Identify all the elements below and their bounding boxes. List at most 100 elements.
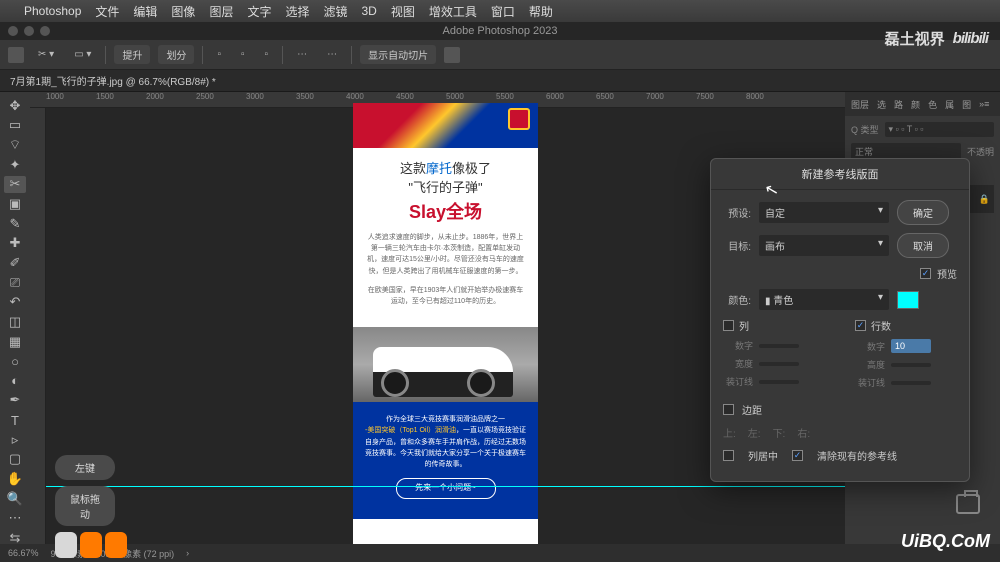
opacity-label: 不透明	[967, 145, 994, 158]
columns-checkbox[interactable]	[723, 320, 734, 331]
col-width-input[interactable]	[759, 362, 799, 366]
doc-slay: Slay全场	[365, 198, 526, 224]
home-icon[interactable]	[8, 47, 24, 63]
stamp-tool[interactable]: ⎚	[4, 274, 26, 292]
hand-tool[interactable]: ✋	[4, 470, 26, 488]
move-tool[interactable]: ✥	[4, 97, 26, 115]
preview-checkbox[interactable]	[920, 268, 931, 279]
autoslice-button[interactable]: 显示自动切片	[360, 45, 436, 64]
healing-tool[interactable]: ✚	[4, 234, 26, 252]
maximize-icon[interactable]	[40, 26, 50, 36]
clear-checkbox[interactable]	[792, 450, 803, 461]
menu-plugins[interactable]: 增效工具	[429, 3, 477, 20]
status-bar: 66.67% 960 像素 x 20328 像素 (72 ppi) ›	[0, 544, 1000, 562]
distribute-icon[interactable]: ⋯	[291, 47, 313, 62]
cancel-button[interactable]: 取消	[897, 233, 949, 258]
chevron-down-icon: ▾	[878, 205, 883, 220]
align-center-icon[interactable]: ▫	[235, 47, 251, 62]
menu-layer[interactable]: 图层	[209, 3, 233, 20]
zoom-level[interactable]: 66.67%	[8, 548, 39, 558]
marquee-tool[interactable]: ▭	[4, 117, 26, 135]
window-controls	[8, 26, 50, 36]
panel-menu-icon[interactable]: »≡	[979, 99, 989, 109]
tab-paths[interactable]: 路	[894, 98, 903, 111]
zoom-tool[interactable]: 🔍	[4, 490, 26, 508]
menu-select[interactable]: 选择	[285, 3, 309, 20]
color-dropdown[interactable]: ▮ 青色▾	[759, 289, 889, 310]
menu-3d[interactable]: 3D	[362, 4, 377, 18]
preset-dropdown[interactable]: 自定▾	[759, 202, 889, 223]
distribute-icon[interactable]: ⋯	[321, 47, 343, 62]
lasso-tool[interactable]: ⌔	[4, 136, 26, 154]
folder-icon[interactable]	[444, 47, 460, 63]
divide-button[interactable]: 划分	[158, 45, 194, 64]
row-number-input[interactable]: 10	[891, 339, 931, 353]
menu-type[interactable]: 文字	[247, 3, 271, 20]
crop-tool[interactable]: ✂	[4, 176, 26, 194]
eraser-tool[interactable]: ◫	[4, 313, 26, 331]
menu-filter[interactable]: 滤镜	[323, 3, 347, 20]
col-gutter-input[interactable]	[759, 380, 799, 384]
mac-menubar: Photoshop 文件 编辑 图像 图层 文字 选择 滤镜 3D 视图 增效工…	[0, 0, 1000, 22]
row-height-input[interactable]	[891, 363, 931, 367]
type-tool[interactable]: T	[4, 411, 26, 429]
menu-help[interactable]: 帮助	[529, 3, 553, 20]
lock-icon: 🔒	[979, 194, 990, 205]
col-number-input[interactable]	[759, 344, 799, 348]
center-checkbox[interactable]	[723, 450, 734, 461]
wand-tool[interactable]: ✦	[4, 156, 26, 174]
tab-properties[interactable]: 属	[945, 98, 954, 111]
chip-orange	[105, 532, 127, 558]
tab-libraries[interactable]: 图	[962, 98, 971, 111]
align-right-icon[interactable]: ▫	[259, 47, 275, 62]
chevron-down-icon: ▾	[878, 238, 883, 253]
color-label: 颜色:	[723, 292, 751, 307]
style-dropdown[interactable]: ▭ ▾	[68, 47, 97, 62]
tab-swatches[interactable]: 色	[928, 98, 937, 111]
path-tool[interactable]: ▹	[4, 431, 26, 449]
margin-label: 边距	[742, 402, 762, 417]
ruler-vertical[interactable]	[30, 108, 46, 562]
history-brush-tool[interactable]: ↶	[4, 293, 26, 311]
more-tool[interactable]: ⋯	[4, 509, 26, 527]
chevron-right-icon[interactable]: ›	[186, 548, 189, 558]
menu-window[interactable]: 窗口	[491, 3, 515, 20]
align-left-icon[interactable]: ▫	[211, 47, 227, 62]
filter-dropdown[interactable]: ▾ ▫ ▫ T ▫ ▫	[885, 122, 994, 137]
close-icon[interactable]	[8, 26, 18, 36]
guide-line[interactable]	[46, 486, 845, 487]
menu-image[interactable]: 图像	[171, 3, 195, 20]
frame-tool[interactable]: ▣	[4, 195, 26, 213]
document-tab[interactable]: 7月第1期_飞行的子弹.jpg @ 66.7%(RGB/8#) *	[0, 70, 1000, 92]
document-artwork: 这款摩托像极了 "飞行的子弹" Slay全场 人类追求速度的脚步，从未止步。18…	[353, 103, 538, 562]
menu-file[interactable]: 文件	[95, 3, 119, 20]
menu-photoshop[interactable]: Photoshop	[24, 4, 81, 18]
menu-view[interactable]: 视图	[391, 3, 415, 20]
tab-color[interactable]: 颜	[911, 98, 920, 111]
tab-layers[interactable]: 图层	[851, 98, 869, 111]
ok-button[interactable]: 确定	[897, 200, 949, 225]
row-gutter-input[interactable]	[891, 381, 931, 385]
gradient-tool[interactable]: ▦	[4, 333, 26, 351]
blur-tool[interactable]: ○	[4, 352, 26, 370]
divider	[351, 46, 352, 64]
minimize-icon[interactable]	[24, 26, 34, 36]
tab-channels[interactable]: 选	[877, 98, 886, 111]
doc-paragraph-2: 在欧美国家，早在1903年人们就开始举办极速赛车运动，至今已有超过110年的历史…	[365, 285, 526, 307]
preview-label: 预览	[937, 266, 957, 281]
margin-checkbox[interactable]	[723, 404, 734, 415]
brush-tool[interactable]: ✐	[4, 254, 26, 272]
eyedropper-tool[interactable]: ✎	[4, 215, 26, 233]
color-swatch[interactable]	[897, 291, 919, 309]
menu-edit[interactable]: 编辑	[133, 3, 157, 20]
doc-paragraph-1: 人类追求速度的脚步，从未止步。1886年，世界上第一辆三轮汽车由卡尔·本茨制造，…	[365, 232, 526, 277]
rows-checkbox[interactable]	[855, 320, 866, 331]
promote-button[interactable]: 提升	[114, 45, 150, 64]
slice-tool-icon[interactable]: ✂ ▾	[32, 47, 60, 62]
chevron-down-icon: ▾	[878, 292, 883, 307]
pen-tool[interactable]: ✒	[4, 392, 26, 410]
target-dropdown[interactable]: 画布▾	[759, 235, 889, 256]
top1-badge-icon	[508, 108, 530, 130]
dodge-tool[interactable]: ◐	[4, 372, 26, 390]
shape-tool[interactable]: ▢	[4, 451, 26, 469]
